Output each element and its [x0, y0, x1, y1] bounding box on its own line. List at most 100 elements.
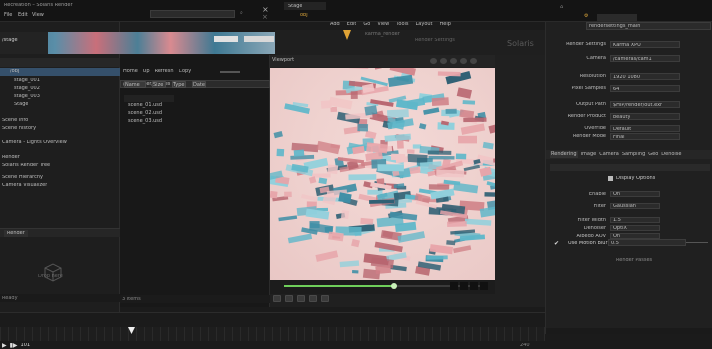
render-block — [364, 105, 378, 116]
swatch[interactable] — [460, 282, 468, 290]
swatch[interactable] — [470, 282, 478, 290]
check-slider[interactable] — [686, 242, 708, 243]
col-date[interactable]: Date — [192, 81, 206, 88]
net-menu-help[interactable]: Help — [440, 22, 451, 30]
col-name[interactable]: Name — [124, 81, 146, 88]
net-menu-view[interactable]: View — [377, 22, 389, 30]
preview-tag-2[interactable] — [244, 36, 274, 42]
tree-item-1[interactable]: /obj — [0, 68, 120, 76]
node-label-2[interactable]: Render Settings — [415, 38, 455, 43]
tree-item-2[interactable]: stage_001 — [8, 77, 120, 84]
params-panel: rendersettings_main Render Settings Karma… — [545, 22, 712, 342]
view-menu[interactable]: View — [32, 12, 44, 18]
param-field[interactable]: 1920 1080 — [610, 73, 680, 80]
ctrl-persp[interactable] — [430, 58, 437, 64]
node-label[interactable]: karma_render — [365, 32, 400, 37]
ctrl-cam[interactable] — [440, 58, 447, 64]
net-menu-layout[interactable]: Layout — [416, 22, 433, 30]
play-controls: ▶ ▮▶ 101 — [0, 341, 60, 349]
stage-path[interactable]: obj — [300, 13, 308, 18]
list-item[interactable]: scene_02.usd — [128, 110, 208, 117]
tab-geo[interactable]: Geo — [648, 152, 658, 157]
btn-loop[interactable] — [309, 295, 317, 302]
render-block — [377, 164, 404, 172]
check-icon[interactable]: ✔ — [554, 240, 559, 247]
tree-item-4[interactable]: stage_003 — [8, 93, 120, 100]
edit-menu[interactable]: Edit — [18, 12, 30, 18]
tab-sampling[interactable]: Sampling — [622, 152, 645, 157]
search-icon[interactable]: ⌕ — [240, 10, 248, 18]
param-field[interactable]: /cameras/cam1 — [610, 55, 680, 62]
section-field[interactable]: 1.5 — [610, 217, 660, 223]
tab-image[interactable]: Image — [581, 152, 597, 157]
tab-render[interactable]: Render — [4, 230, 28, 237]
ctrl-lights[interactable] — [460, 58, 467, 64]
render-block — [387, 109, 409, 119]
param-field[interactable]: 64 — [610, 85, 680, 92]
btn-play[interactable] — [285, 295, 293, 302]
param-field[interactable]: Default — [610, 125, 680, 132]
toolbar-home[interactable]: Home — [123, 69, 138, 74]
ctrl-display[interactable] — [470, 58, 477, 64]
section-field[interactable]: On — [610, 191, 660, 197]
timeline-handle[interactable] — [391, 283, 397, 289]
toolbar-refresh[interactable]: Refresh — [155, 69, 174, 74]
end-frame[interactable]: 240 — [520, 343, 530, 348]
timeline: ▶ ▮▶ 101 240 — [0, 312, 545, 349]
section-field[interactable]: OptiX — [610, 225, 660, 231]
render-image[interactable] — [270, 68, 495, 280]
btn-stop[interactable] — [297, 295, 305, 302]
render-block — [463, 164, 481, 172]
toolbar-up[interactable]: Up — [143, 69, 150, 74]
tree-item-5[interactable]: Stage — [8, 101, 120, 108]
net-menu-tools[interactable]: Tools — [396, 22, 408, 30]
param-field[interactable]: beauty — [610, 113, 680, 120]
file-menu[interactable]: File — [4, 12, 16, 18]
gear-icon[interactable]: ⚙ — [584, 13, 592, 21]
tab-params[interactable] — [597, 14, 637, 21]
col-type[interactable]: Type — [172, 81, 186, 88]
btn-rec[interactable] — [321, 295, 329, 302]
render-cubes — [270, 68, 495, 280]
param-field[interactable]: Final — [610, 133, 680, 140]
section-checkbox[interactable] — [608, 176, 613, 181]
list-item[interactable]: scene_01.usd — [128, 102, 208, 109]
step-icon[interactable]: ▮▶ — [10, 342, 18, 349]
search-box[interactable] — [150, 10, 235, 18]
swatch[interactable] — [480, 282, 488, 290]
file-toolbar: Home Up Refresh Copy — [120, 67, 270, 76]
tree-item-3[interactable]: stage_002 — [8, 85, 120, 92]
toolbar-copy[interactable]: Copy — [179, 69, 192, 74]
col-size[interactable]: Size — [152, 81, 166, 88]
tree-item-label: /obj — [10, 69, 20, 74]
timeline-ruler[interactable] — [0, 327, 545, 341]
render-block — [484, 192, 495, 197]
tab-denoise[interactable]: Denoise — [661, 152, 681, 157]
network-editor[interactable]: karma_render Render Settings Solaris — [275, 30, 545, 58]
param-label: Camera — [586, 56, 606, 61]
net-menu-add[interactable]: Add — [330, 22, 340, 30]
play-icon[interactable]: ▶ — [2, 342, 7, 349]
ctrl-shade[interactable] — [450, 58, 457, 64]
swatch[interactable] — [450, 282, 458, 290]
frame-counter[interactable]: 101 — [21, 343, 31, 348]
zoom-slider[interactable] — [220, 71, 240, 73]
section-label: Enable — [588, 192, 606, 197]
net-menu-edit[interactable]: Edit — [347, 22, 357, 30]
param-field[interactable]: Karma XPU — [610, 41, 680, 48]
check-value[interactable]: 0.5 — [608, 239, 686, 246]
list-item[interactable]: scene_03.usd — [128, 118, 208, 125]
home-icon[interactable]: ⌂ — [560, 4, 568, 12]
btn-frame[interactable] — [273, 295, 281, 302]
node-name-field[interactable]: rendersettings_main — [586, 22, 711, 30]
preview-tag[interactable] — [214, 36, 238, 42]
render-block — [375, 265, 392, 275]
tab-stage[interactable]: Stage — [284, 2, 326, 10]
section-field[interactable]: Gaussian — [610, 203, 660, 209]
net-menu-go[interactable]: Go — [363, 22, 370, 30]
tab-camera[interactable]: Camera — [599, 152, 619, 157]
param-field[interactable]: $HIP/render/out.exr — [610, 101, 680, 108]
tab-rendering[interactable]: Rendering — [550, 151, 578, 158]
tab-viewport[interactable]: Viewport — [272, 57, 302, 65]
close-icon-2[interactable]: × — [262, 13, 272, 21]
